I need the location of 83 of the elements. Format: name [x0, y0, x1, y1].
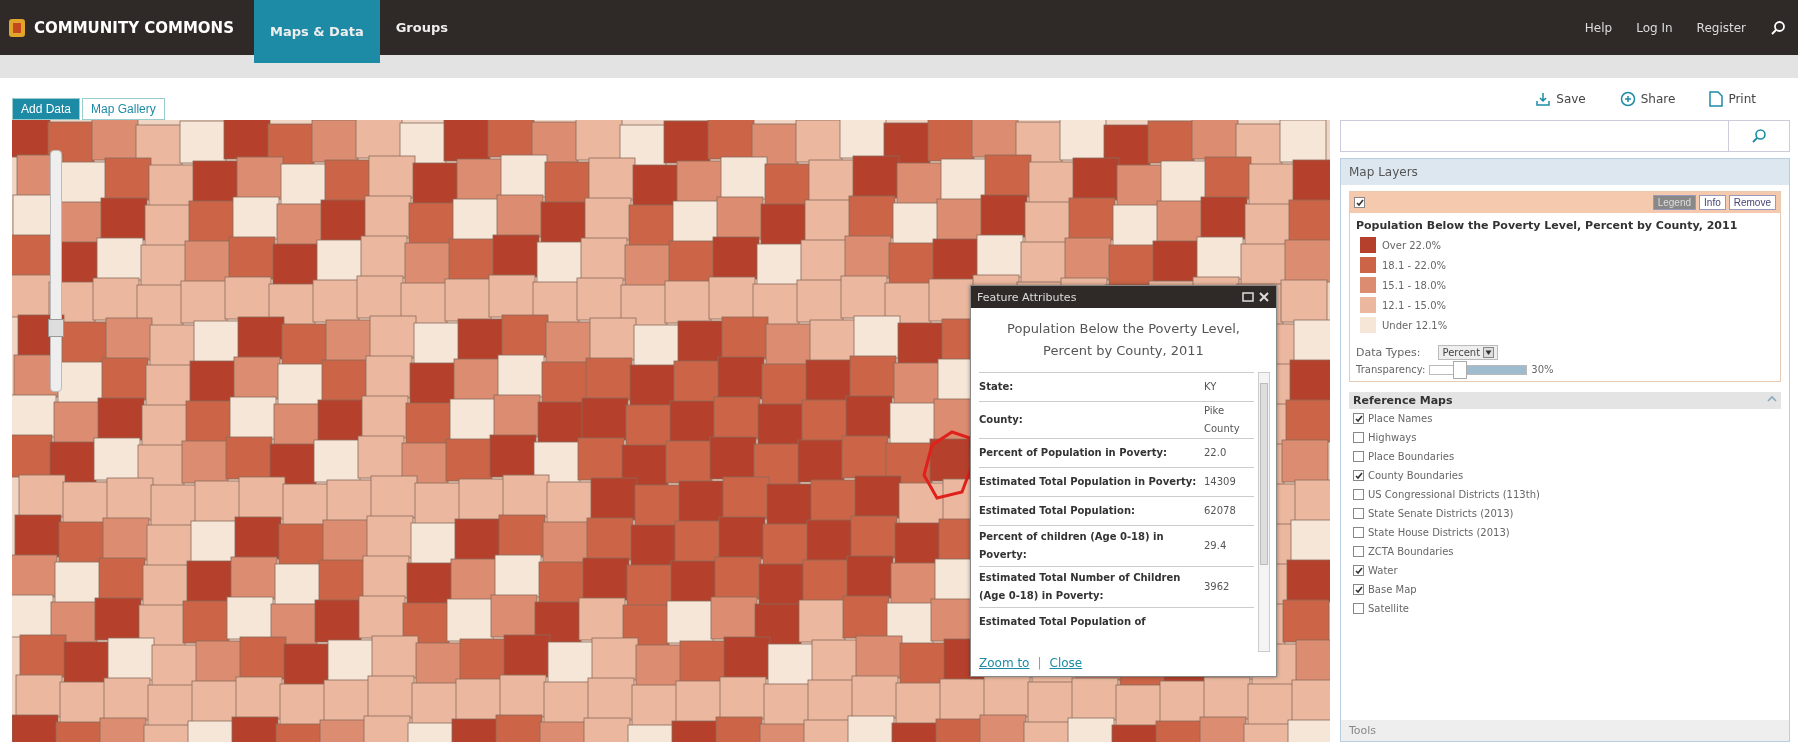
nav-tab[interactable]: Maps & Data: [253, 0, 380, 63]
download-icon: [1535, 91, 1552, 107]
nav-tab[interactable]: Groups: [379, 0, 464, 55]
layer-option[interactable]: Satellite: [1368, 603, 1409, 614]
layer-option[interactable]: County Boundaries: [1368, 470, 1464, 481]
section-header[interactable]: Reference Maps: [1349, 392, 1781, 409]
legend-label: 15.1 - 18.0%: [1382, 279, 1446, 291]
layer-option[interactable]: Highways: [1368, 432, 1417, 443]
legend-label: 12.1 - 15.0%: [1382, 299, 1446, 311]
layer-option[interactable]: State Senate Districts (2013): [1368, 508, 1514, 519]
search-icon[interactable]: [1770, 19, 1786, 36]
data-types-label: Data Types:: [1356, 346, 1421, 359]
tools-header[interactable]: Tools: [1341, 720, 1789, 741]
checkbox[interactable]: [1353, 546, 1364, 557]
checkbox[interactable]: [1353, 565, 1364, 576]
dropdown-arrow-icon: [1483, 347, 1495, 358]
attribute-value: 62078: [1204, 504, 1237, 518]
data-type-dropdown[interactable]: Percent: [1438, 345, 1499, 360]
attribute-label: Percent of children (Age 0-18) in Poverty:: [979, 530, 1165, 562]
attribute-label: State:: [979, 380, 1015, 394]
attribute-label: Percent of Population in Poverty:: [979, 446, 1168, 460]
brand-name: COMMUNITY COMMONS: [34, 18, 234, 37]
popup-title: Feature Attributes: [977, 290, 1078, 304]
scrollbar[interactable]: [1258, 372, 1270, 652]
zoom-handle[interactable]: [48, 319, 64, 337]
layer-option[interactable]: ZCTA Boundaries: [1368, 546, 1454, 557]
share-icon: [1619, 91, 1636, 107]
logo-icon: [8, 16, 26, 39]
layer-title: Population Below the Poverty Level, Percent by County, 2011: [1355, 218, 1739, 234]
attribute-label: Estimated Total Number of Children (Age 0-18) in Poverty:: [979, 571, 1182, 603]
attribute-value: Pike County: [1204, 404, 1241, 436]
layer-option[interactable]: Place Names: [1368, 413, 1433, 424]
action-link[interactable]: Save: [1556, 92, 1586, 106]
checkbox[interactable]: [1353, 432, 1364, 443]
transparency-reading: 30%: [1531, 364, 1554, 375]
attribute-value: 3962: [1204, 580, 1231, 594]
legend-label: 18.1 - 22.0%: [1382, 259, 1446, 271]
document-icon: [1709, 91, 1724, 107]
legend-label: Under 12.1%: [1382, 319, 1448, 331]
popup-heading: Population Below the Poverty Level, Percent by County, 2011: [1006, 320, 1241, 360]
action-link[interactable]: Print: [1728, 92, 1756, 106]
checkbox[interactable]: [1353, 470, 1364, 481]
zoom-slider[interactable]: [50, 150, 62, 392]
maximize-icon[interactable]: [1242, 292, 1254, 302]
transparency-label: Transparency:: [1356, 364, 1426, 375]
toolbar-tab[interactable]: Map Gallery: [82, 98, 165, 120]
attribute-value: 29.4: [1204, 539, 1228, 553]
attribute-value: 14309: [1204, 475, 1237, 489]
attribute-label: Estimated Total Population in Poverty:: [979, 475, 1198, 489]
layer-button[interactable]: Info: [1699, 195, 1726, 210]
checkbox[interactable]: [1354, 197, 1365, 208]
attribute-value: KY: [1204, 380, 1218, 394]
header-link[interactable]: Log In: [1624, 0, 1685, 55]
checkbox[interactable]: [1353, 527, 1364, 538]
header-link[interactable]: Help: [1572, 0, 1625, 55]
attribute-label: Estimated Total Population of: [979, 615, 1147, 629]
toolbar-tab[interactable]: Add Data: [12, 98, 81, 120]
attribute-label: Estimated Total Population:: [979, 504, 1136, 518]
checkbox[interactable]: [1353, 489, 1364, 500]
checkbox[interactable]: [1353, 451, 1364, 462]
layer-option[interactable]: Water: [1368, 565, 1398, 576]
checkbox[interactable]: [1353, 603, 1364, 614]
close-icon[interactable]: [1258, 291, 1270, 303]
attribute-value: 22.0: [1204, 446, 1228, 460]
checkbox[interactable]: [1353, 584, 1364, 595]
header-link[interactable]: Register: [1684, 0, 1758, 55]
layer-option[interactable]: Base Map: [1368, 584, 1417, 595]
search-field[interactable]: [1340, 120, 1790, 152]
legend-label: Over 22.0%: [1382, 239, 1441, 251]
checkbox[interactable]: [1353, 413, 1364, 424]
slider-thumb[interactable]: [1453, 360, 1468, 379]
layer-option[interactable]: Place Boundaries: [1368, 451, 1455, 462]
attribute-label: County:: [979, 413, 1024, 427]
collapse-icon[interactable]: [1767, 394, 1777, 402]
panel-title: Map Layers: [1341, 159, 1789, 185]
popup-link[interactable]: Close: [1049, 656, 1083, 670]
layer-button[interactable]: Remove: [1728, 195, 1776, 210]
layer-option[interactable]: State House Districts (2013): [1368, 527, 1510, 538]
link-separator: |: [1037, 656, 1042, 670]
popup-link[interactable]: Zoom to: [979, 656, 1030, 670]
checkbox[interactable]: [1353, 508, 1364, 519]
layer-option[interactable]: US Congressional Districts (113th): [1368, 489, 1540, 500]
action-link[interactable]: Share: [1640, 92, 1676, 106]
